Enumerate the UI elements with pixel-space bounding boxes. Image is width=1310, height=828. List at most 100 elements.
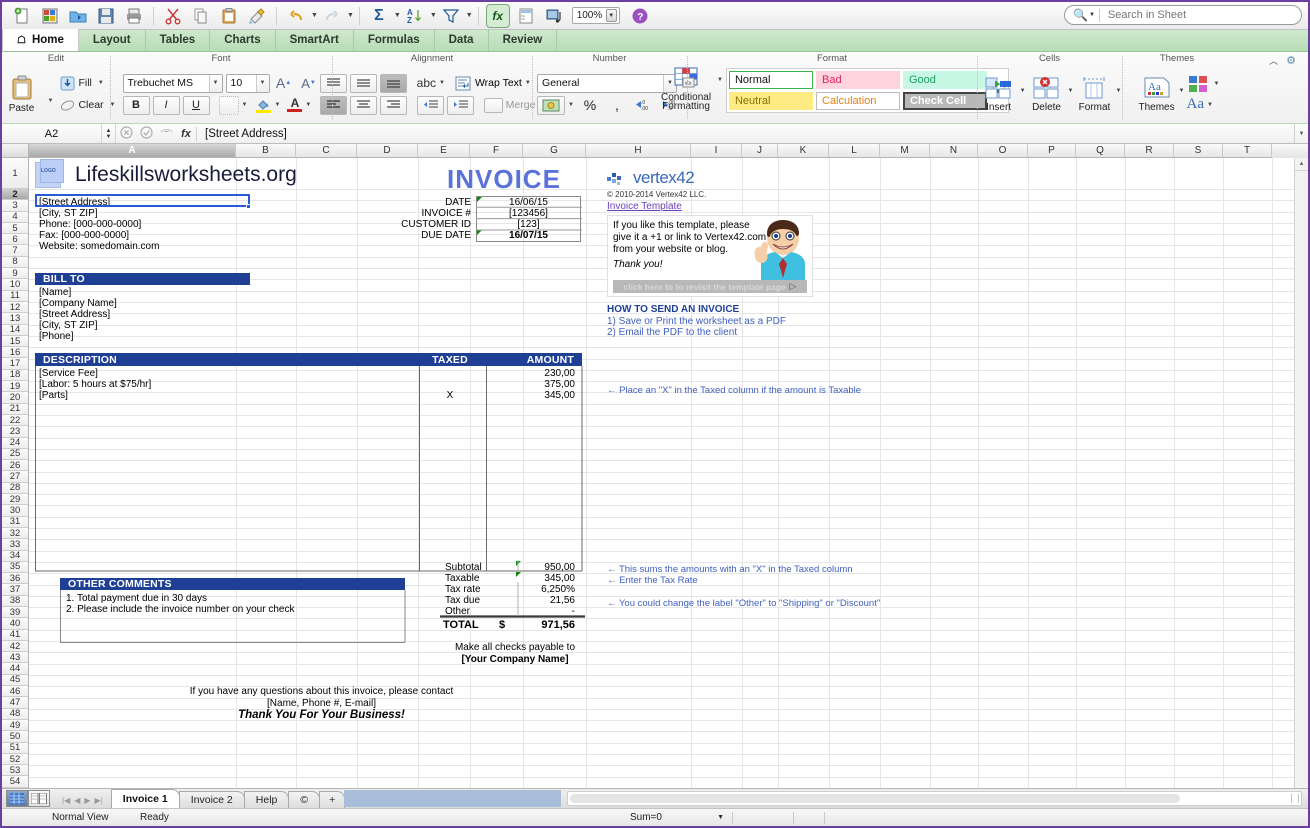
- merge-icon[interactable]: [483, 97, 503, 113]
- row-header-37[interactable]: 37: [2, 584, 28, 596]
- row-header-41[interactable]: 41: [2, 629, 28, 641]
- column-header-t[interactable]: T: [1223, 144, 1272, 158]
- paste-button[interactable]: Paste: [0, 75, 47, 114]
- cut-icon[interactable]: [161, 4, 185, 28]
- font-size-select[interactable]: 10 ▼: [225, 73, 270, 93]
- ribbon-settings-icon[interactable]: ⚙: [1286, 54, 1296, 67]
- undo-caret-icon[interactable]: ▼: [311, 12, 318, 19]
- row-header-21[interactable]: 21: [2, 403, 28, 415]
- tab-formulas[interactable]: Formulas: [354, 29, 435, 51]
- row-header-24[interactable]: 24: [2, 437, 28, 449]
- tab-home[interactable]: ☖ Home: [2, 29, 79, 51]
- row-header-31[interactable]: 31: [2, 516, 28, 528]
- sort-icon[interactable]: AZ: [403, 4, 427, 28]
- row-header-27[interactable]: 27: [2, 471, 28, 483]
- row-header-52[interactable]: 52: [2, 754, 28, 766]
- row-header-14[interactable]: 14: [2, 324, 28, 336]
- align-left-button[interactable]: [319, 95, 347, 115]
- row-header-15[interactable]: 15: [2, 336, 28, 348]
- tab-review[interactable]: Review: [489, 29, 558, 51]
- column-header-n[interactable]: N: [930, 144, 978, 158]
- bill-to-line[interactable]: [Phone]: [39, 331, 73, 342]
- style-calculation[interactable]: Calculation: [815, 92, 900, 110]
- row-header-43[interactable]: 43: [2, 652, 28, 664]
- format-painter-icon[interactable]: [245, 4, 269, 28]
- borders-button[interactable]: [218, 95, 239, 115]
- currency-format-button[interactable]: [537, 95, 566, 115]
- fill-handle[interactable]: [246, 204, 251, 209]
- merge-label[interactable]: Merge: [506, 99, 536, 111]
- row-header-6[interactable]: 6: [2, 234, 28, 246]
- toolbox-icon[interactable]: [514, 4, 538, 28]
- paste-caret-icon[interactable]: ▼: [48, 98, 54, 104]
- column-header-e[interactable]: E: [418, 144, 470, 158]
- row-header-29[interactable]: 29: [2, 494, 28, 506]
- search-input[interactable]: [1105, 8, 1293, 22]
- row-header-33[interactable]: 33: [2, 539, 28, 551]
- sum-caret-icon[interactable]: ▼: [717, 814, 724, 821]
- row-header-20[interactable]: 20: [2, 392, 28, 404]
- tab-smartart[interactable]: SmartArt: [276, 29, 354, 51]
- row-header-35[interactable]: 35: [2, 561, 28, 574]
- copy-icon[interactable]: [189, 4, 213, 28]
- bill-to-line[interactable]: [Company Name]: [39, 298, 117, 309]
- font-color-button[interactable]: A: [287, 97, 303, 112]
- zoom-control[interactable]: 100% ▼: [571, 7, 620, 24]
- clear-button[interactable]: Clear: [57, 96, 106, 115]
- undo-icon[interactable]: [284, 4, 308, 28]
- redo-caret-icon[interactable]: ▼: [347, 12, 354, 19]
- save-icon[interactable]: [94, 4, 118, 28]
- row-header-46[interactable]: 46: [2, 686, 28, 698]
- row-header-16[interactable]: 16: [2, 347, 28, 359]
- sender-line[interactable]: [City, ST ZIP]: [39, 208, 98, 219]
- nav-next-icon[interactable]: ▶: [84, 796, 90, 805]
- sheet-tab-copyright[interactable]: ©: [288, 791, 321, 808]
- column-header-q[interactable]: Q: [1076, 144, 1125, 158]
- ribbon-collapse-icon[interactable]: ︿: [1269, 54, 1278, 67]
- sheet-nav-arrows[interactable]: |◀ ◀ ▶ ▶|: [54, 796, 111, 808]
- chevron-down-icon[interactable]: ▼: [255, 74, 269, 92]
- row-header-3[interactable]: 3: [2, 200, 28, 212]
- row-header-50[interactable]: 50: [2, 731, 28, 743]
- row-header-17[interactable]: 17: [2, 358, 28, 370]
- fill-button[interactable]: Fill: [57, 74, 94, 93]
- column-header-d[interactable]: D: [357, 144, 418, 158]
- filter-caret-icon[interactable]: ▼: [466, 12, 473, 19]
- row-header-28[interactable]: 28: [2, 482, 28, 495]
- theme-colors-caret-icon[interactable]: ▼: [1214, 81, 1220, 87]
- column-header-h[interactable]: H: [586, 144, 691, 158]
- column-header-j[interactable]: J: [742, 144, 778, 158]
- sheet-canvas[interactable]: LOGO Lifeskillsworksheets.org INVOICE [S…: [29, 158, 1308, 788]
- select-all-corner[interactable]: [2, 144, 29, 158]
- increase-font-size-button[interactable]: A ▲: [273, 74, 295, 93]
- bold-button[interactable]: B: [122, 95, 150, 115]
- row-header-10[interactable]: 10: [2, 279, 28, 291]
- conditional-formatting-button[interactable]: ≤≥ Conditional Formatting: [655, 67, 717, 112]
- delete-cells-button[interactable]: Delete: [1026, 76, 1068, 113]
- style-bad[interactable]: Bad: [815, 71, 900, 89]
- row-header-12[interactable]: 12: [2, 302, 28, 314]
- accept-edit-icon[interactable]: [136, 125, 156, 142]
- row-header-7[interactable]: 7: [2, 245, 28, 257]
- search-caret-icon[interactable]: ▼: [1089, 12, 1095, 18]
- row-header-2[interactable]: 2: [2, 189, 28, 201]
- formula-builder-icon[interactable]: fx: [485, 3, 510, 28]
- row-header-36[interactable]: 36: [2, 573, 28, 585]
- help-icon[interactable]: ?: [628, 4, 652, 28]
- column-header-a[interactable]: A: [29, 144, 236, 158]
- percent-format-button[interactable]: %: [577, 96, 603, 115]
- insert-cells-button[interactable]: Insert: [978, 76, 1020, 113]
- sender-line[interactable]: Fax: [000-000-0000]: [39, 230, 129, 241]
- filter-icon[interactable]: [439, 4, 463, 28]
- sort-caret-icon[interactable]: ▼: [430, 12, 437, 19]
- insert-function-icon[interactable]: fx: [176, 128, 196, 140]
- align-middle-button[interactable]: [349, 73, 377, 93]
- nav-last-icon[interactable]: ▶|: [95, 796, 103, 805]
- formula-input[interactable]: [Street Address]: [197, 128, 1294, 140]
- column-header-f[interactable]: F: [470, 144, 523, 158]
- formula-expand-icon[interactable]: ▼: [1294, 124, 1308, 143]
- row-header-26[interactable]: 26: [2, 460, 28, 472]
- row-header-47[interactable]: 47: [2, 697, 28, 709]
- underline-button[interactable]: U: [182, 95, 210, 115]
- row-header-54[interactable]: 54: [2, 776, 28, 788]
